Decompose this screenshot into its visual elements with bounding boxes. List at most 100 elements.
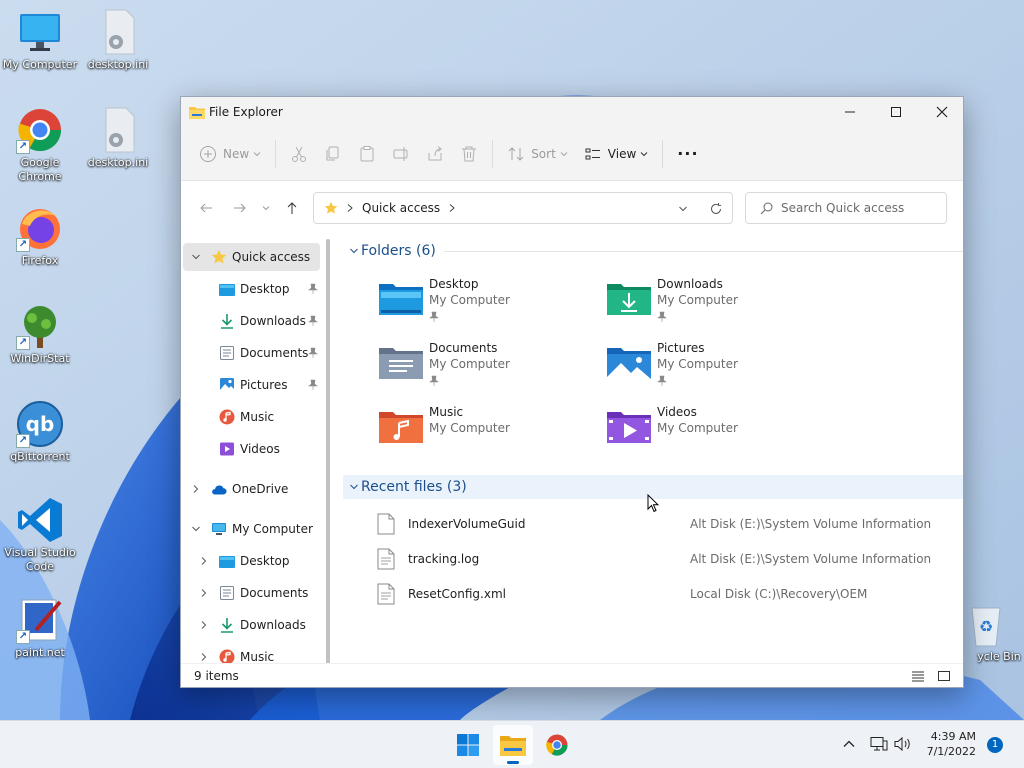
chevron-right-icon[interactable]: [199, 620, 209, 630]
desktop-icon-paint-net[interactable]: ↗ paint.net: [0, 596, 80, 660]
nav-item-onedrive[interactable]: OneDrive: [183, 475, 320, 503]
pin-icon[interactable]: [308, 379, 318, 391]
recent-locations-button[interactable]: [257, 192, 275, 224]
rename-button[interactable]: [384, 138, 418, 170]
nav-item-music[interactable]: Music: [183, 403, 320, 431]
nav-item-downloads[interactable]: Downloads: [183, 307, 320, 335]
nav-item-label: Desktop: [240, 554, 290, 568]
breadcrumb-quick-access[interactable]: Quick access: [362, 201, 440, 215]
start-button[interactable]: [448, 725, 488, 765]
volume-control[interactable]: [894, 736, 912, 755]
chevron-right-icon[interactable]: [191, 484, 201, 494]
scrollbar-thumb[interactable]: [326, 239, 330, 665]
refresh-icon[interactable]: [709, 202, 723, 216]
computer-icon: [212, 523, 226, 535]
arrow-right-icon: [234, 203, 246, 213]
sort-button[interactable]: Sort: [499, 138, 576, 170]
folder-tile-documents[interactable]: Documents My Computer: [375, 339, 595, 395]
folder-tile-pictures[interactable]: Pictures My Computer: [603, 339, 823, 395]
copy-button[interactable]: [316, 138, 350, 170]
desktop-icon-qbittorrent[interactable]: qb ↗ qBittorrent: [0, 400, 80, 464]
share-icon: [428, 145, 442, 160]
desktop-icon-my-computer[interactable]: My Computer: [0, 8, 80, 72]
folder-tile-downloads[interactable]: Downloads My Computer: [603, 275, 823, 331]
tiles-view-button[interactable]: [937, 669, 951, 686]
search-input[interactable]: [781, 201, 941, 215]
pin-icon[interactable]: [308, 283, 318, 295]
share-button[interactable]: [418, 138, 452, 170]
pin-icon[interactable]: [308, 315, 318, 327]
desktop-icon-desktop-ini-2[interactable]: desktop.ini: [78, 106, 158, 170]
nav-item-desktop[interactable]: Desktop: [183, 275, 320, 303]
chevron-right-icon[interactable]: [199, 556, 209, 566]
close-button[interactable]: [919, 97, 965, 127]
desktop-icon-desktop-ini[interactable]: desktop.ini: [78, 8, 158, 72]
back-button[interactable]: [189, 192, 223, 224]
folder-tile-music[interactable]: Music My Computer: [375, 403, 595, 459]
title-bar[interactable]: File Explorer: [181, 97, 963, 127]
search-box[interactable]: [745, 192, 947, 224]
desktop-icon-windirstat[interactable]: ↗ WinDirStat: [0, 302, 80, 366]
nav-item-label: Documents: [240, 346, 309, 360]
delete-button[interactable]: [452, 138, 486, 170]
show-hidden-icons-button[interactable]: [842, 737, 856, 754]
taskbar-google-chrome[interactable]: [537, 725, 577, 765]
nav-item-computer-desktop[interactable]: Desktop: [183, 547, 320, 575]
nav-item-pictures[interactable]: Pictures: [183, 371, 320, 399]
chevron-down-icon[interactable]: [678, 204, 688, 214]
nav-item-my-computer[interactable]: My Computer: [183, 515, 320, 543]
desktop-icon-google-chrome[interactable]: ↗ Google Chrome: [0, 106, 80, 184]
maximize-button[interactable]: [873, 97, 919, 127]
minimize-button[interactable]: [827, 97, 873, 127]
details-view-button[interactable]: [911, 669, 925, 686]
up-button[interactable]: [275, 192, 309, 224]
more-options-button[interactable]: ···: [669, 138, 706, 170]
recent-file-row[interactable]: ResetConfig.xml Local Disk (C:)\Recovery…: [341, 579, 941, 609]
svg-text:♻: ♻: [979, 617, 993, 636]
clock[interactable]: 4:39 AM 7/1/2022: [927, 729, 976, 759]
chevron-right-icon[interactable]: [199, 652, 209, 662]
desktop-icon-firefox[interactable]: ↗ Firefox: [0, 204, 80, 268]
shortcut-arrow-icon: ↗: [16, 238, 30, 252]
folder-name: Downloads: [657, 277, 723, 291]
blank-file-icon: [377, 513, 395, 535]
chevron-down-icon: [560, 151, 568, 156]
paste-button[interactable]: [350, 138, 384, 170]
maximize-icon: [891, 107, 901, 117]
recent-file-row[interactable]: IndexerVolumeGuid Alt Disk (E:)\System V…: [341, 509, 941, 539]
network-icon: [870, 737, 888, 751]
notification-badge[interactable]: 1: [987, 737, 1003, 753]
chevron-down-icon[interactable]: [191, 252, 201, 262]
address-bar[interactable]: Quick access: [313, 192, 733, 224]
folders-section-header[interactable]: Folders (6): [343, 239, 963, 263]
view-button[interactable]: View: [576, 138, 656, 170]
desktop-icon-visual-studio-code[interactable]: Visual Studio Code: [0, 496, 80, 574]
nav-item-videos[interactable]: Videos: [183, 435, 320, 463]
new-button[interactable]: New: [191, 138, 269, 170]
folder-tile-desktop[interactable]: Desktop My Computer: [375, 275, 595, 331]
chevron-right-icon[interactable]: [199, 588, 209, 598]
nav-item-quick-access[interactable]: Quick access: [183, 243, 320, 271]
folder-location: My Computer: [657, 421, 738, 435]
taskbar-file-explorer[interactable]: [493, 725, 533, 765]
folder-icon: [189, 107, 205, 119]
item-count: 9 items: [194, 668, 239, 683]
cloud-icon: [212, 485, 227, 495]
recent-file-row[interactable]: tracking.log Alt Disk (E:)\System Volume…: [341, 544, 941, 574]
forward-button[interactable]: [223, 192, 257, 224]
nav-item-computer-downloads[interactable]: Downloads: [183, 611, 320, 639]
network-status[interactable]: [870, 736, 888, 755]
cut-button[interactable]: [282, 138, 316, 170]
pin-icon[interactable]: [308, 347, 318, 359]
active-app-indicator: [507, 761, 519, 764]
nav-item-computer-music[interactable]: Music: [183, 643, 320, 663]
navigation-pane-scrollbar[interactable]: [326, 239, 330, 665]
address-row: Quick access: [181, 181, 963, 235]
toolbar-separator: [662, 139, 664, 168]
pin-icon: [657, 311, 667, 322]
chevron-down-icon[interactable]: [191, 524, 201, 534]
nav-item-computer-documents[interactable]: Documents: [183, 579, 320, 607]
folder-tile-videos[interactable]: Videos My Computer: [603, 403, 823, 459]
folder-name: Music: [429, 405, 464, 419]
nav-item-documents[interactable]: Documents: [183, 339, 320, 367]
